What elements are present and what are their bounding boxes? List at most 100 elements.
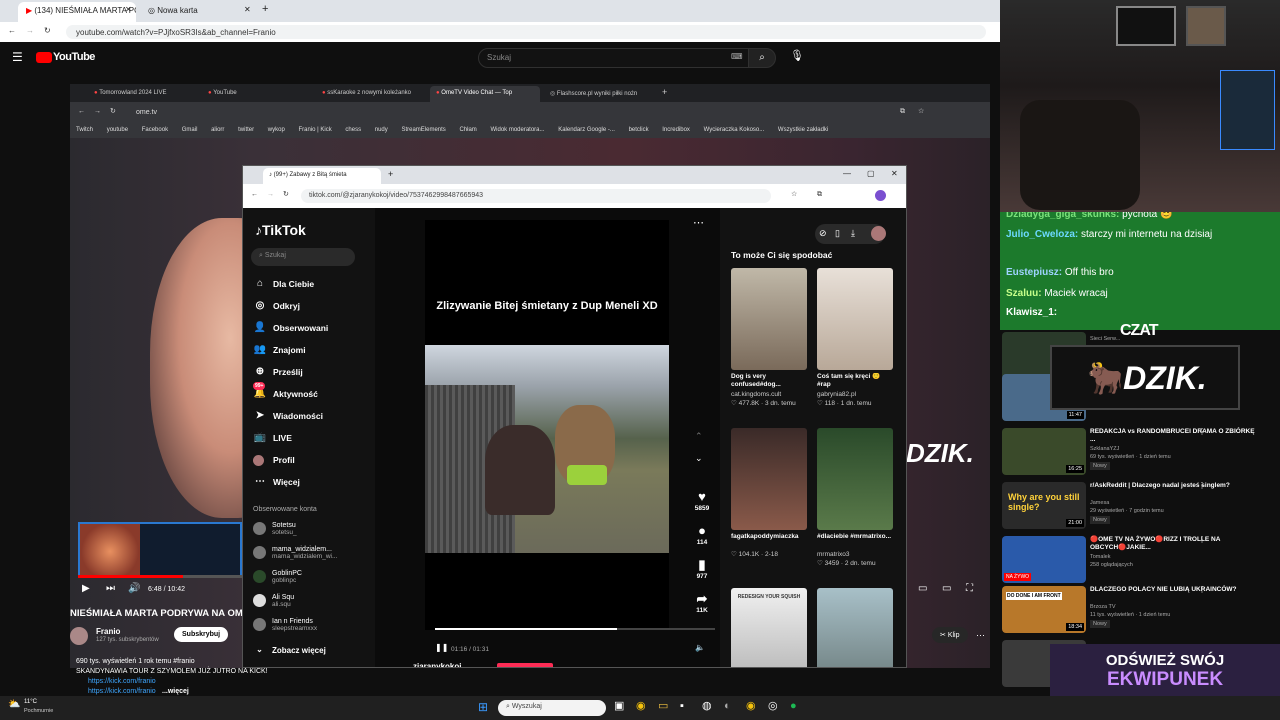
new-tab-icon[interactable]: +: [262, 4, 268, 15]
back-icon[interactable]: ←: [78, 108, 85, 115]
save-button[interactable]: ▮ 977: [687, 558, 717, 580]
close-tab-icon[interactable]: ✕: [244, 6, 251, 14]
inner-tab[interactable]: ◎ Flashscore.pl wyniki piłki nożn: [544, 86, 654, 102]
followed-account[interactable]: Ian n Friends sleepstreamxxx: [253, 618, 368, 632]
back-icon[interactable]: ←: [251, 191, 258, 198]
close-window-icon[interactable]: ✕: [891, 170, 898, 178]
kebab-menu-icon[interactable]: ⋮: [1198, 586, 1206, 594]
followed-account[interactable]: Ali Squ ali.squ: [253, 594, 368, 608]
clip-button[interactable]: ✂ Klip: [932, 627, 968, 643]
nav-for-you[interactable]: ⌂ Dla Ciebie: [253, 276, 314, 292]
help-icon[interactable]: ⊘: [819, 229, 827, 238]
bookmark[interactable]: wykop: [268, 124, 285, 133]
bookmark[interactable]: Chłam: [459, 124, 476, 133]
steam-icon[interactable]: ◍: [702, 701, 712, 712]
bookmark[interactable]: Wszystkie zakładki: [778, 124, 828, 133]
channel-name[interactable]: Franio: [96, 627, 120, 636]
user-avatar[interactable]: [871, 226, 886, 241]
windows-start-icon[interactable]: ⊞: [478, 701, 488, 713]
author-name[interactable]: zjaranykokoj: [413, 662, 461, 667]
bookmark[interactable]: Franio | Kick: [298, 124, 331, 133]
followed-account[interactable]: mama_widzialem... mama_widzialem_wi...: [253, 546, 368, 560]
device-icon[interactable]: ▯: [835, 229, 840, 238]
player-progress-bar[interactable]: [78, 575, 242, 578]
star-icon[interactable]: ☆: [791, 191, 797, 198]
inner-tab[interactable]: ● Tomorrowland 2024 LIVE: [88, 86, 198, 102]
kebab-menu-icon[interactable]: ⋮: [1198, 482, 1206, 490]
bookmark[interactable]: betclick: [629, 124, 649, 133]
obs-icon[interactable]: ◎: [768, 701, 778, 712]
weather-icon[interactable]: ⛅: [8, 700, 20, 710]
kebab-menu-icon[interactable]: ⋮: [1198, 428, 1206, 436]
fullscreen-icon[interactable]: ⛶: [966, 584, 973, 594]
kebab-menu-icon[interactable]: ⋮: [1198, 536, 1206, 544]
reload-icon[interactable]: ↻: [283, 191, 289, 198]
follow-button[interactable]: [497, 663, 553, 667]
suggested-video-card[interactable]: Coś tam się kręci 🙂 #rap gabrynia82.pl ♡…: [817, 268, 893, 407]
chrome-icon[interactable]: ◉: [746, 701, 756, 712]
bookmark[interactable]: aliorr: [211, 124, 224, 133]
channel-avatar[interactable]: [70, 627, 88, 645]
bookmark[interactable]: Incredibox: [662, 124, 690, 133]
suggested-video-card[interactable]: [817, 588, 893, 667]
recommended-video[interactable]: Why are you still single? 21:00 r/AskRedd…: [1002, 482, 1274, 534]
subscribe-button[interactable]: Subskrybuj: [174, 627, 229, 642]
recommended-video[interactable]: DO DONE I AM FRONT 18:34 DLACZEGO POLACY …: [1002, 586, 1274, 638]
nav-friends[interactable]: 👥 Znajomi: [253, 342, 306, 358]
terminal-icon[interactable]: ▪: [680, 701, 684, 712]
youtube-search-input[interactable]: Szukaj: [478, 48, 750, 68]
minimize-icon[interactable]: —: [843, 170, 851, 178]
suggested-video-card[interactable]: REDESIGN YOUR SQUISH: [731, 588, 807, 667]
forward-icon[interactable]: →: [94, 108, 101, 115]
bookmark[interactable]: Twitch: [76, 124, 93, 133]
inner-url-field[interactable]: ome.tv: [136, 109, 157, 116]
play-icon[interactable]: ▶: [82, 584, 90, 594]
bookmark[interactable]: chess: [345, 124, 361, 133]
maximize-icon[interactable]: ▢: [867, 170, 875, 178]
suggested-video-card[interactable]: fagatkapoddymiaczka ♡ 104.1K · 2-18: [731, 428, 807, 558]
theater-icon[interactable]: ▭: [942, 584, 951, 594]
search-button[interactable]: ⌕: [748, 48, 776, 68]
chrome-icon[interactable]: ◉: [636, 701, 646, 712]
bookmark[interactable]: Kalendarz Google -...: [558, 124, 615, 133]
bookmark[interactable]: twitter: [238, 124, 254, 133]
nav-profile[interactable]: Profil: [253, 452, 295, 468]
new-tab-icon[interactable]: +: [388, 170, 393, 179]
bookmark[interactable]: nudy: [375, 124, 388, 133]
bookmark[interactable]: youtube: [107, 124, 128, 133]
forward-icon[interactable]: →: [267, 191, 274, 198]
file-explorer-icon[interactable]: ▭: [658, 701, 668, 712]
nav-live[interactable]: 📺 LIVE: [253, 430, 292, 446]
tiktok-video-player[interactable]: Zlizywanie Bitej śmietany z Dup Meneli X…: [425, 220, 715, 653]
outer-tab-youtube[interactable]: ▶ (134) NIEŚMIAŁA MARTA PODR: [18, 2, 136, 22]
extension-icon[interactable]: ⧉: [900, 108, 905, 115]
like-button[interactable]: ♥ 5859: [687, 490, 717, 512]
volume-icon[interactable]: 🔊: [128, 584, 140, 594]
followed-account[interactable]: Sotetsu sotetsu_: [253, 522, 368, 536]
task-view-icon[interactable]: ▣: [614, 701, 624, 712]
recommended-video[interactable]: NA ŻYWO 🔴OME TV NA ŻYWO🔴RIZZ I TROLLE NA…: [1002, 536, 1274, 588]
reload-icon[interactable]: ↻: [44, 27, 51, 35]
youtube-logo-text[interactable]: YouTube: [53, 51, 95, 63]
taskbar-search[interactable]: ⌕ Wyszukaj: [498, 700, 606, 716]
tiktok-url-field[interactable]: tiktok.com/@zjaranykokoj/video/753746299…: [301, 189, 771, 203]
menu-icon[interactable]: ☰: [12, 51, 23, 63]
close-tab-icon[interactable]: ✕: [125, 6, 132, 14]
see-more-following[interactable]: ⌄ Zobacz więcej: [253, 646, 368, 656]
volume-icon[interactable]: 🔈: [695, 644, 705, 652]
profile-avatar[interactable]: [875, 190, 886, 201]
inner-tab[interactable]: ● ssKaraoke z nowymi koleżanko: [316, 86, 426, 102]
suggested-video-card[interactable]: #dlaciebie #mrmatrixo... mrmatrixo3 ♡ 34…: [817, 428, 893, 567]
video-progress-bar[interactable]: [435, 628, 715, 630]
app-icon[interactable]: ◐: [724, 701, 731, 712]
inner-tab[interactable]: ● YouTube: [202, 86, 312, 102]
url-field[interactable]: youtube.com/watch?v=PJjfxoSR3Is&ab_chann…: [66, 25, 986, 39]
nav-following[interactable]: 👤 Obserwowani: [253, 320, 329, 336]
description-link[interactable]: https://kick.com/franio: [88, 678, 156, 685]
nav-upload[interactable]: ⊕ Prześlij: [253, 364, 303, 380]
tiktok-search-input[interactable]: ⌕ Szukaj: [251, 248, 355, 266]
description-link[interactable]: https://kick.com/franio: [88, 688, 156, 695]
outer-tab-new[interactable]: ◎ Nowa karta: [140, 2, 252, 22]
bookmark[interactable]: Gmail: [182, 124, 198, 133]
youtube-logo-icon[interactable]: [36, 52, 52, 63]
